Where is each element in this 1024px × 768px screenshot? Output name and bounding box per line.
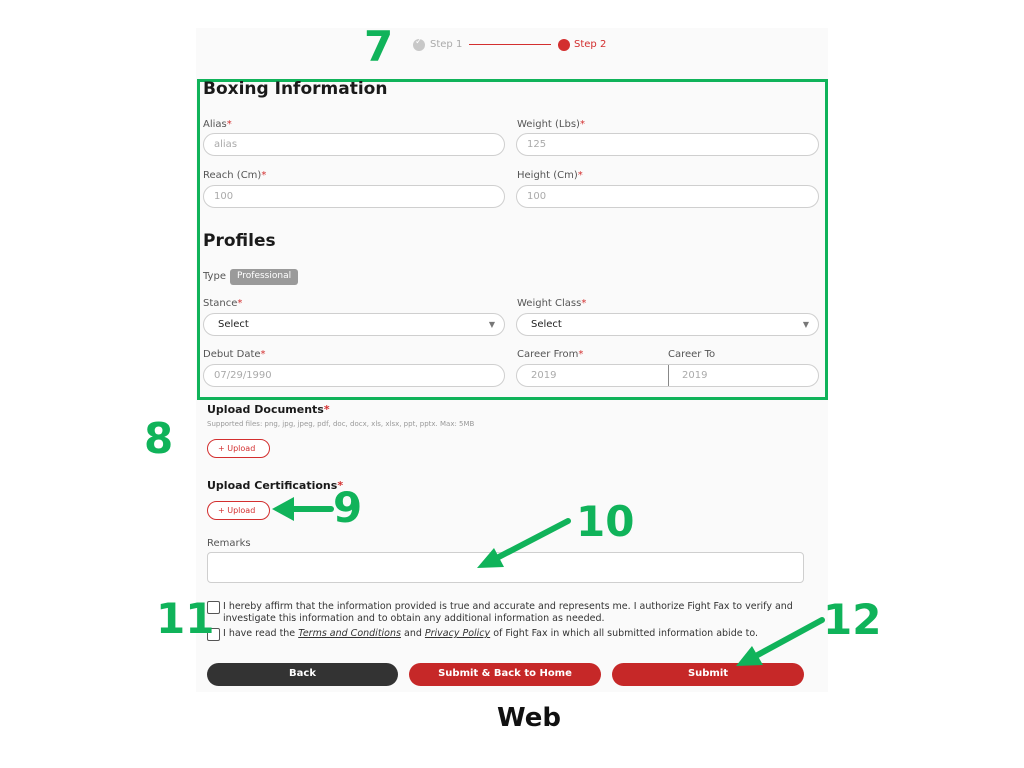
- caption-web: Web: [497, 703, 561, 733]
- arrow-9-head-icon: [272, 497, 294, 521]
- arrow-10-icon: [490, 518, 571, 563]
- arrow-12-icon: [749, 617, 825, 661]
- annotation-arrows: [272, 497, 825, 666]
